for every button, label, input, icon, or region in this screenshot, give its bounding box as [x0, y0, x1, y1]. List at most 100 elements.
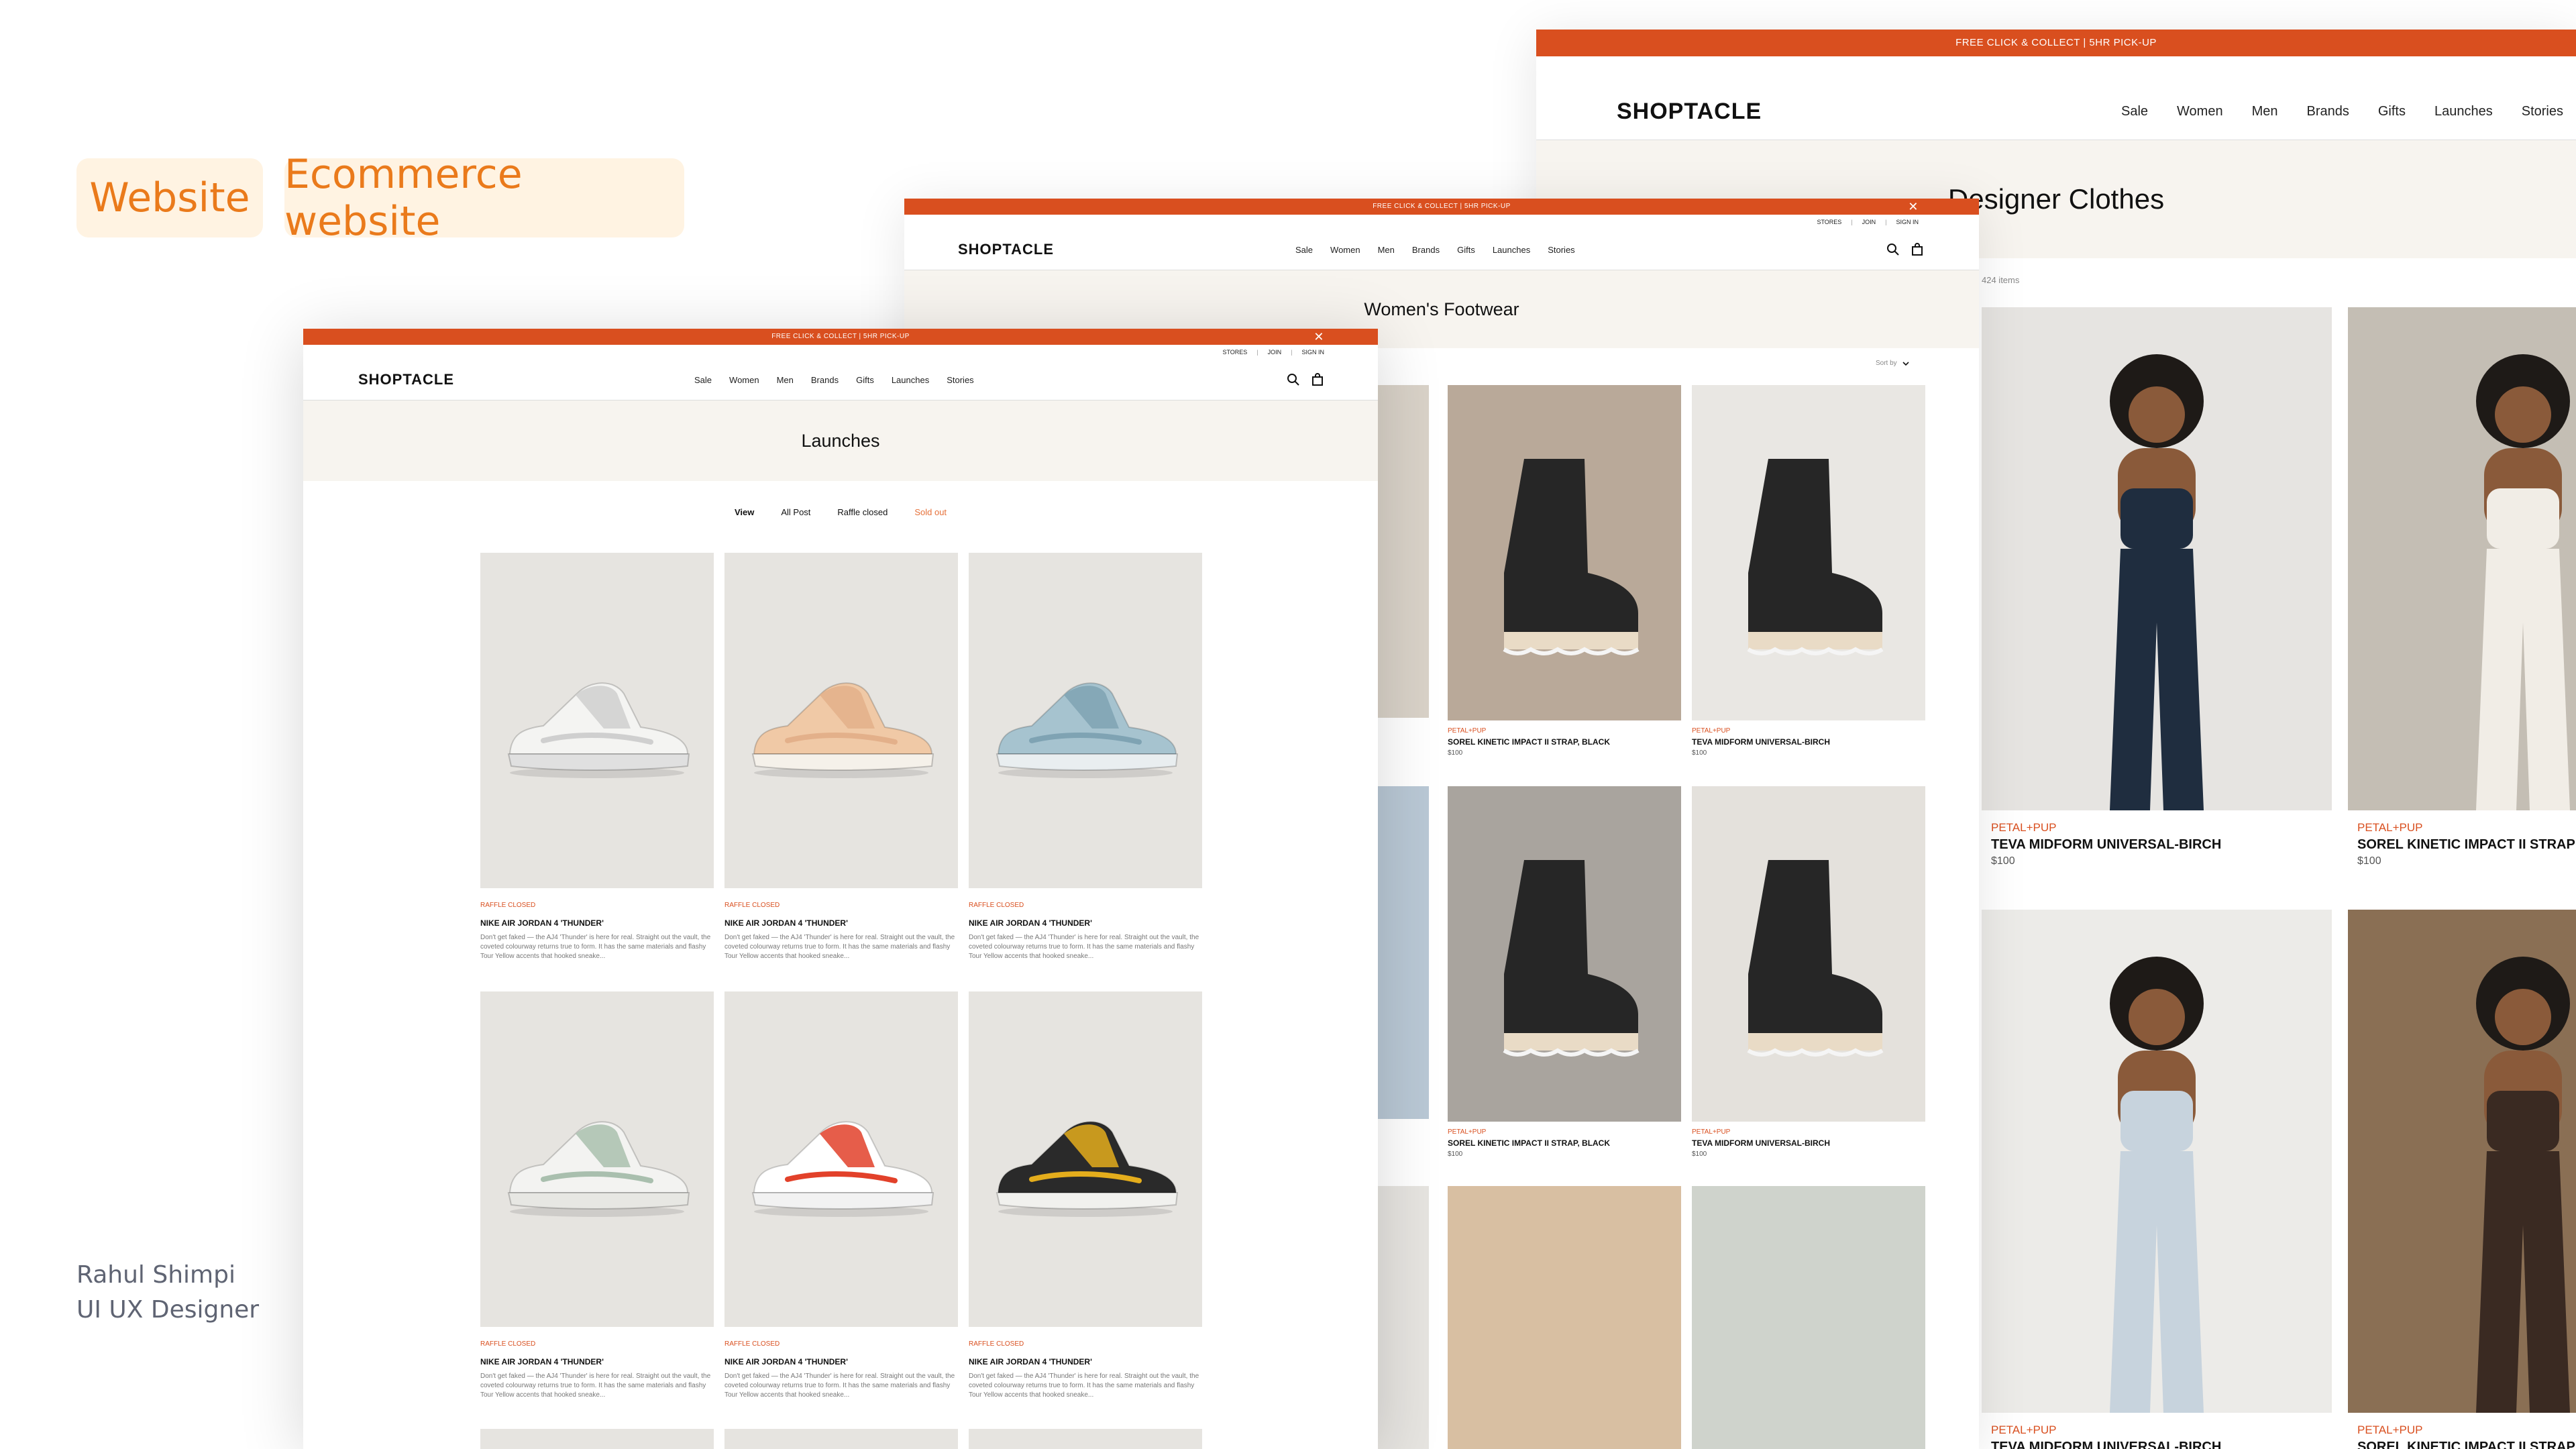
footwear-card[interactable]: PETAL+PUP TEVA MIDFORM UNIVERSAL-BIRCH $10…: [1692, 385, 1925, 757]
designer-card[interactable]: PETAL+PUP SOREL KINETIC IMPACT II STRAP: [2348, 910, 2576, 1449]
designer-card[interactable]: PETAL+PUP TEVA MIDFORM UNIVERSAL-BIRCH: [1982, 910, 2332, 1449]
sneaker-image[interactable]: [969, 991, 1202, 1327]
filter-view[interactable]: View: [735, 507, 754, 517]
filter-all-post[interactable]: All Post: [781, 507, 810, 517]
sneaker-image[interactable]: [724, 991, 958, 1327]
nav-item-brands[interactable]: Brands: [811, 375, 839, 385]
product-name[interactable]: TEVA MIDFORM UNIVERSAL-BIRCH: [1982, 837, 2332, 853]
nav-item-stories[interactable]: Stories: [947, 375, 973, 385]
store-logo[interactable]: SHOPTACLE: [1617, 99, 1762, 125]
nav-item-launches[interactable]: Launches: [892, 375, 929, 385]
launch-card[interactable]: RAFFLE CLOSED NIKE AIR JORDAN 4 'THUNDER'…: [480, 991, 714, 1400]
nav-item-sale[interactable]: Sale: [694, 375, 712, 385]
page-title: Launches: [801, 430, 880, 451]
model-image[interactable]: [1982, 910, 2332, 1413]
filter-tabs: View All Post Raffle closed Sold out: [303, 507, 1378, 517]
model-image[interactable]: [2348, 910, 2576, 1413]
author-name: Rahul Shimpi: [76, 1261, 235, 1289]
store-logo[interactable]: SHOPTACLE: [358, 371, 454, 388]
nav-item-launches[interactable]: Launches: [2434, 104, 2493, 119]
bag-icon[interactable]: [1911, 243, 1924, 256]
nav-item-women[interactable]: Women: [1330, 245, 1360, 255]
footwear-image[interactable]: [1692, 385, 1925, 720]
util-stores[interactable]: STORES: [1817, 219, 1841, 225]
product-name[interactable]: NIKE AIR JORDAN 4 'THUNDER': [969, 1357, 1202, 1366]
close-icon[interactable]: ✕: [1313, 329, 1324, 345]
footwear-image[interactable]: [1448, 1186, 1681, 1449]
product-name[interactable]: SOREL KINETIC IMPACT II STRAP: [2348, 1440, 2576, 1449]
footwear-image[interactable]: [1692, 786, 1925, 1122]
product-image-partial[interactable]: [969, 1429, 1202, 1449]
launch-card[interactable]: RAFFLE CLOSED NIKE AIR JORDAN 4 'THUNDER'…: [969, 553, 1202, 961]
util-join[interactable]: JOIN: [1268, 349, 1282, 356]
model-image[interactable]: [2348, 307, 2576, 810]
product-image-partial[interactable]: [724, 1429, 958, 1449]
nav-item-launches[interactable]: Launches: [1493, 245, 1530, 255]
product-brand: PETAL+PUP: [1692, 1128, 1731, 1136]
designer-card[interactable]: PETAL+PUP TEVA MIDFORM UNIVERSAL-BIRCH $10…: [1982, 307, 2332, 867]
search-icon[interactable]: [1287, 373, 1300, 386]
footwear-image[interactable]: [1448, 385, 1681, 720]
close-icon[interactable]: ✕: [1908, 199, 1919, 215]
util-sign-in[interactable]: SIGN IN: [1896, 219, 1919, 225]
search-icon[interactable]: [1886, 243, 1900, 256]
sort-label: Sort by: [1876, 360, 1897, 367]
footwear-image[interactable]: [1448, 786, 1681, 1122]
product-name[interactable]: NIKE AIR JORDAN 4 'THUNDER': [969, 918, 1202, 928]
launch-card[interactable]: RAFFLE CLOSED NIKE AIR JORDAN 4 'THUNDER'…: [969, 991, 1202, 1400]
sneaker-image[interactable]: [969, 553, 1202, 888]
filter-raffle-closed[interactable]: Raffle closed: [837, 507, 888, 517]
product-name[interactable]: SOREL KINETIC IMPACT II STRAP, BLACK: [1448, 737, 1681, 747]
nav-item-sale[interactable]: Sale: [2121, 104, 2148, 119]
launch-card[interactable]: RAFFLE CLOSED NIKE AIR JORDAN 4 'THUNDER'…: [480, 553, 714, 961]
sneaker-image[interactable]: [480, 553, 714, 888]
nav-item-gifts[interactable]: Gifts: [2378, 104, 2406, 119]
util-sign-in[interactable]: SIGN IN: [1301, 349, 1324, 356]
nav-item-women[interactable]: Women: [729, 375, 759, 385]
footwear-card[interactable]: PETAL+PUP SOREL KINETIC IMPACT II STRAP, …: [1448, 786, 1681, 1158]
util-join[interactable]: JOIN: [1862, 219, 1876, 225]
model-image[interactable]: [1982, 307, 2332, 810]
nav-item-gifts[interactable]: Gifts: [1457, 245, 1475, 255]
launch-card[interactable]: RAFFLE CLOSED NIKE AIR JORDAN 4 'THUNDER'…: [724, 553, 958, 961]
launch-card[interactable]: RAFFLE CLOSED NIKE AIR JORDAN 4 'THUNDER'…: [724, 991, 958, 1400]
product-name[interactable]: SOREL KINETIC IMPACT II STRAP, BLACK: [1448, 1138, 1681, 1148]
product-image-partial[interactable]: [480, 1429, 714, 1449]
nav-item-brands[interactable]: Brands: [1412, 245, 1440, 255]
sort-by-dropdown[interactable]: Sort by: [1876, 360, 1909, 367]
nav-item-gifts[interactable]: Gifts: [856, 375, 874, 385]
product-price: $100: [1448, 1150, 1463, 1158]
nav-item-men[interactable]: Men: [777, 375, 794, 385]
nav-item-brands[interactable]: Brands: [2306, 104, 2349, 119]
product-brand: PETAL+PUP: [2357, 821, 2423, 834]
nav-item-men[interactable]: Men: [1378, 245, 1395, 255]
util-stores[interactable]: STORES: [1222, 349, 1247, 356]
footwear-card[interactable]: PETAL+PUP SOREL KINETIC IMPACT II STRAP, …: [1448, 385, 1681, 757]
bag-icon[interactable]: [1311, 373, 1324, 386]
designer-card[interactable]: PETAL+PUP SOREL KINETIC IMPACT II STRAP $1…: [2348, 307, 2576, 867]
nav-item-stories[interactable]: Stories: [2522, 104, 2563, 119]
nav-item-stories[interactable]: Stories: [1548, 245, 1574, 255]
store-logo[interactable]: SHOPTACLE: [958, 241, 1054, 258]
boot-illustration: [1503, 459, 1640, 655]
nav-item-men[interactable]: Men: [2252, 104, 2278, 119]
model-illustration: [2476, 354, 2570, 810]
nav-item-women[interactable]: Women: [2177, 104, 2223, 119]
product-description: Don't get faked — the AJ4 'Thunder' is h…: [969, 934, 1199, 960]
nav-item-sale[interactable]: Sale: [1295, 245, 1313, 255]
filter-sold-out[interactable]: Sold out: [914, 507, 947, 517]
sneaker-image[interactable]: [724, 553, 958, 888]
product-brand: PETAL+PUP: [2357, 1424, 2423, 1436]
product-name[interactable]: NIKE AIR JORDAN 4 'THUNDER': [724, 918, 958, 928]
product-name[interactable]: TEVA MIDFORM UNIVERSAL-BIRCH: [1692, 737, 1925, 747]
page-title: Women's Footwear: [1364, 299, 1519, 319]
footwear-image[interactable]: [1692, 1186, 1925, 1449]
product-name[interactable]: NIKE AIR JORDAN 4 'THUNDER': [480, 918, 714, 928]
sneaker-image[interactable]: [480, 991, 714, 1327]
product-name[interactable]: NIKE AIR JORDAN 4 'THUNDER': [480, 1357, 714, 1366]
product-name[interactable]: TEVA MIDFORM UNIVERSAL-BIRCH: [1692, 1138, 1925, 1148]
product-name[interactable]: TEVA MIDFORM UNIVERSAL-BIRCH: [1982, 1440, 2332, 1449]
footwear-card[interactable]: PETAL+PUP TEVA MIDFORM UNIVERSAL-BIRCH $10…: [1692, 786, 1925, 1158]
product-name[interactable]: NIKE AIR JORDAN 4 'THUNDER': [724, 1357, 958, 1366]
product-name[interactable]: SOREL KINETIC IMPACT II STRAP: [2348, 837, 2576, 853]
